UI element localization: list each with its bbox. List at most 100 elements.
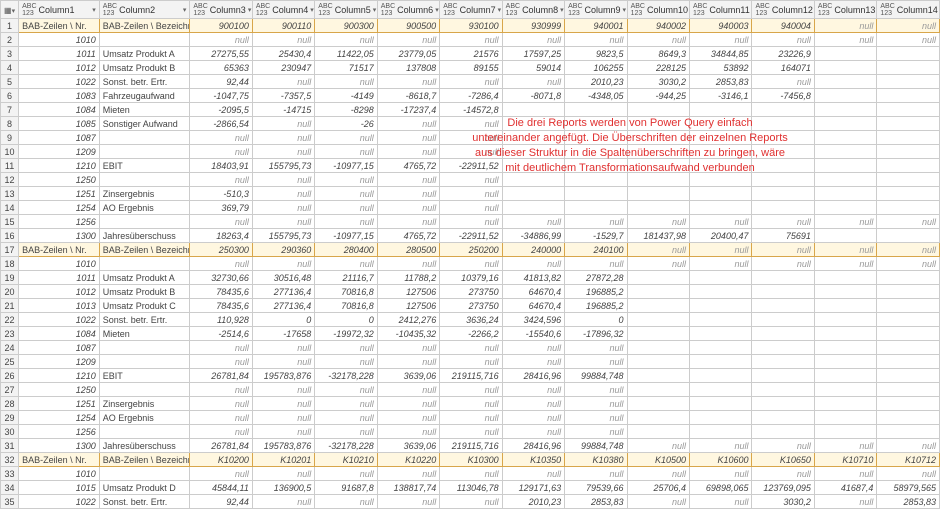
cell[interactable] bbox=[627, 201, 689, 215]
cell[interactable]: null bbox=[752, 75, 814, 89]
cell[interactable]: 65363 bbox=[190, 61, 252, 75]
cell[interactable]: null bbox=[315, 75, 377, 89]
cell[interactable]: 195783,876 bbox=[252, 369, 314, 383]
cell[interactable]: 2412,276 bbox=[377, 313, 439, 327]
row-number[interactable]: 14 bbox=[1, 201, 19, 215]
cell[interactable]: 240000 bbox=[502, 243, 564, 257]
cell[interactable] bbox=[877, 271, 940, 285]
cell[interactable]: 1251 bbox=[19, 187, 100, 201]
cell[interactable]: 900100 bbox=[190, 19, 252, 33]
cell[interactable] bbox=[627, 313, 689, 327]
cell[interactable]: null bbox=[440, 341, 502, 355]
column-header[interactable]: ABC123 Column3▾ bbox=[190, 1, 252, 19]
cell[interactable] bbox=[690, 187, 752, 201]
cell[interactable]: null bbox=[252, 355, 314, 369]
cell[interactable] bbox=[690, 383, 752, 397]
cell[interactable]: 930100 bbox=[440, 19, 502, 33]
cell[interactable]: 18263,4 bbox=[190, 229, 252, 243]
cell[interactable] bbox=[877, 383, 940, 397]
cell[interactable]: -2266,2 bbox=[440, 327, 502, 341]
row-number[interactable]: 5 bbox=[1, 75, 19, 89]
cell[interactable]: Zinsergebnis bbox=[99, 187, 190, 201]
cell[interactable]: -2095,5 bbox=[190, 103, 252, 117]
row-number[interactable]: 1 bbox=[1, 19, 19, 33]
row-number[interactable]: 20 bbox=[1, 285, 19, 299]
cell[interactable] bbox=[627, 145, 689, 159]
row-number[interactable]: 32 bbox=[1, 453, 19, 467]
cell[interactable]: 2853,83 bbox=[877, 495, 940, 509]
cell[interactable]: null bbox=[627, 243, 689, 257]
cell[interactable]: 2010,23 bbox=[565, 75, 627, 89]
cell[interactable]: 18403,91 bbox=[190, 159, 252, 173]
cell[interactable]: Umsatz Produkt B bbox=[99, 61, 190, 75]
row-number[interactable]: 29 bbox=[1, 411, 19, 425]
cell[interactable]: -8298 bbox=[315, 103, 377, 117]
cell[interactable]: null bbox=[315, 495, 377, 509]
cell[interactable]: null bbox=[690, 467, 752, 481]
cell[interactable]: -26 bbox=[315, 117, 377, 131]
cell[interactable]: null bbox=[814, 19, 876, 33]
cell[interactable]: null bbox=[315, 131, 377, 145]
cell[interactable] bbox=[752, 425, 814, 439]
cell[interactable]: BAB-Zeilen \ Bezeichnung kurz bbox=[99, 243, 190, 257]
cell[interactable] bbox=[565, 201, 627, 215]
cell[interactable] bbox=[877, 397, 940, 411]
cell[interactable]: 280500 bbox=[377, 243, 439, 257]
cell[interactable]: Umsatz Produkt A bbox=[99, 47, 190, 61]
cell[interactable]: -19972,32 bbox=[315, 327, 377, 341]
cell[interactable]: 21116,7 bbox=[315, 271, 377, 285]
cell[interactable]: null bbox=[315, 425, 377, 439]
cell[interactable]: 230947 bbox=[252, 61, 314, 75]
cell[interactable] bbox=[690, 173, 752, 187]
cell[interactable]: 30516,48 bbox=[252, 271, 314, 285]
cell[interactable]: 25430,4 bbox=[252, 47, 314, 61]
cell[interactable]: -10435,32 bbox=[377, 327, 439, 341]
cell[interactable]: 1209 bbox=[19, 355, 100, 369]
cell[interactable] bbox=[752, 145, 814, 159]
cell[interactable] bbox=[877, 173, 940, 187]
cell[interactable]: 3636,24 bbox=[440, 313, 502, 327]
row-number[interactable]: 22 bbox=[1, 313, 19, 327]
cell[interactable] bbox=[565, 173, 627, 187]
cell[interactable]: -7357,5 bbox=[252, 89, 314, 103]
cell[interactable]: null bbox=[377, 75, 439, 89]
cell[interactable]: 123769,095 bbox=[752, 481, 814, 495]
table-row[interactable]: 1BAB-Zeilen \ Nr.BAB-Zeilen \ Bezeichnun… bbox=[1, 19, 940, 33]
cell[interactable] bbox=[877, 369, 940, 383]
cell[interactable]: 3639,06 bbox=[377, 369, 439, 383]
row-number[interactable]: 11 bbox=[1, 159, 19, 173]
cell[interactable] bbox=[814, 313, 876, 327]
dropdown-icon[interactable]: ▾ bbox=[248, 6, 252, 14]
cell[interactable]: 32730,66 bbox=[190, 271, 252, 285]
cell[interactable]: 11788,2 bbox=[377, 271, 439, 285]
table-row[interactable]: 31011Umsatz Produkt A27275,5525430,41142… bbox=[1, 47, 940, 61]
cell[interactable] bbox=[752, 285, 814, 299]
cell[interactable]: 273750 bbox=[440, 299, 502, 313]
cell[interactable] bbox=[690, 397, 752, 411]
cell[interactable]: 0 bbox=[252, 313, 314, 327]
cell[interactable]: Sonst. betr. Ertr. bbox=[99, 495, 190, 509]
cell[interactable] bbox=[877, 341, 940, 355]
cell[interactable]: null bbox=[502, 33, 564, 47]
cell[interactable]: null bbox=[252, 33, 314, 47]
cell[interactable]: 1085 bbox=[19, 117, 100, 131]
cell[interactable]: 1251 bbox=[19, 397, 100, 411]
cell[interactable]: 1010 bbox=[19, 33, 100, 47]
cell[interactable]: 25706,4 bbox=[627, 481, 689, 495]
cell[interactable] bbox=[814, 89, 876, 103]
cell[interactable] bbox=[814, 131, 876, 145]
cell[interactable]: 70816,8 bbox=[315, 299, 377, 313]
cell[interactable]: null bbox=[190, 131, 252, 145]
column-header[interactable]: ABC123 Column8▾ bbox=[502, 1, 564, 19]
cell[interactable]: 219115,716 bbox=[440, 439, 502, 453]
cell[interactable]: 277136,4 bbox=[252, 299, 314, 313]
cell[interactable] bbox=[627, 187, 689, 201]
cell[interactable]: 196885,2 bbox=[565, 299, 627, 313]
cell[interactable] bbox=[752, 397, 814, 411]
cell[interactable]: 23779,05 bbox=[377, 47, 439, 61]
cell[interactable] bbox=[877, 61, 940, 75]
cell[interactable]: null bbox=[252, 383, 314, 397]
cell[interactable] bbox=[627, 383, 689, 397]
table-row[interactable]: 251209nullnullnullnullnullnullnull bbox=[1, 355, 940, 369]
cell[interactable]: 27872,28 bbox=[565, 271, 627, 285]
